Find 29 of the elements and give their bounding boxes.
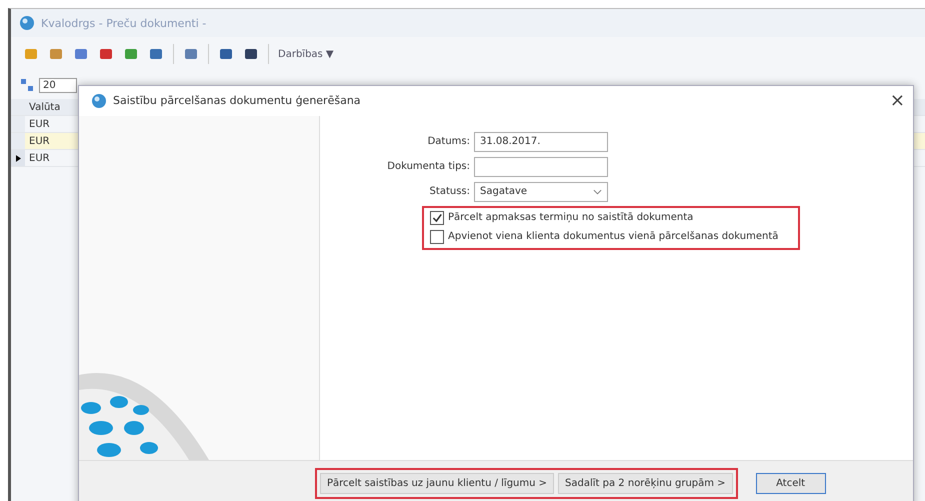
row-header[interactable] bbox=[11, 150, 25, 166]
app-logo-icon bbox=[19, 15, 35, 31]
filter-field[interactable]: 20 bbox=[39, 78, 77, 92]
cancel-button[interactable]: Atcelt bbox=[756, 472, 826, 494]
action-button[interactable]: Sadalīt pa 2 norēķinu grupām > bbox=[558, 472, 733, 494]
field-label: Datums: bbox=[426, 136, 470, 148]
row-pointer-icon bbox=[16, 154, 20, 162]
input-field[interactable] bbox=[474, 156, 608, 177]
close-button[interactable]: × bbox=[890, 90, 905, 112]
toolbar-icon[interactable] bbox=[243, 46, 259, 62]
checkbox-label: Pārcelt apmaksas termiņu no saistītā dokumenta bbox=[448, 212, 694, 224]
table-cell-text: EUR bbox=[28, 152, 50, 164]
table-cell-text: EUR bbox=[28, 136, 50, 146]
app-logo-icon bbox=[91, 92, 107, 109]
chevron-down-icon bbox=[593, 188, 602, 195]
field-label: Dokumenta tips: bbox=[386, 161, 470, 172]
input-field[interactable]: 31.08.2017. bbox=[474, 132, 608, 152]
toolbar-icon[interactable] bbox=[218, 46, 234, 62]
checkbox-label: Apvienot viena klienta dokumentus vienā pārcelšanas dokumentā bbox=[448, 231, 778, 242]
field-label: Statuss: bbox=[428, 186, 470, 198]
checkbox[interactable] bbox=[430, 230, 444, 244]
action-button[interactable]: Pārcelt saistības uz jaunu klientu / līgumu > bbox=[320, 472, 554, 494]
table-cell-text: EUR bbox=[28, 118, 50, 130]
checkbox[interactable] bbox=[430, 210, 444, 225]
window-title: Kvalodrgs - Preču dokumenti - bbox=[41, 16, 206, 30]
status-dropdown[interactable]: Sagatave bbox=[474, 182, 608, 202]
column-header[interactable]: Valūta bbox=[25, 102, 60, 112]
dialog-title: Saistību pārcelšanas dokumentu ģenerēšana bbox=[113, 94, 362, 108]
actions-menu[interactable]: Darbības ▼ bbox=[278, 48, 334, 60]
